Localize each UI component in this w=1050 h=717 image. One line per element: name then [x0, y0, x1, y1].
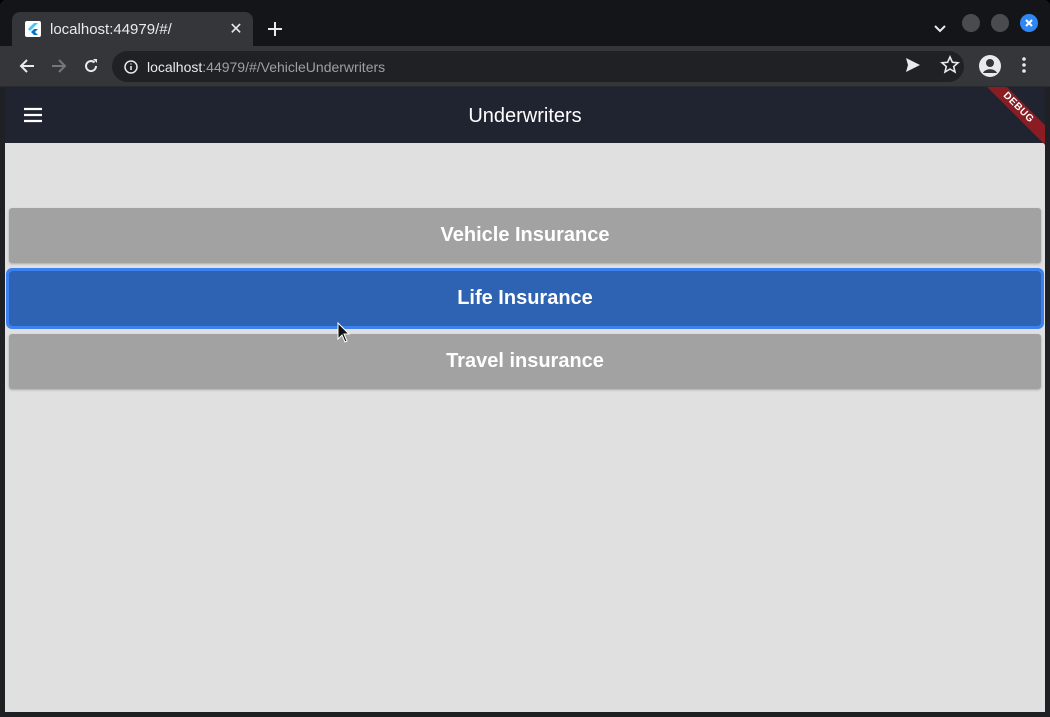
travel-insurance-button[interactable]: Travel insurance [9, 334, 1041, 389]
tab-search-chevron-icon[interactable] [928, 17, 952, 41]
profile-avatar-icon[interactable] [978, 54, 1002, 83]
close-icon [1025, 19, 1033, 27]
info-icon[interactable] [123, 59, 139, 75]
mouse-cursor-icon [337, 322, 351, 343]
forward-arrow-icon[interactable] [46, 53, 72, 79]
tab-strip: localhost:44979/#/ ✕ [0, 0, 1050, 46]
app-bar: Underwriters DEBUG [5, 87, 1045, 152]
tab-close-icon[interactable]: ✕ [223, 16, 249, 42]
url-host: localhost [147, 58, 203, 75]
page-title: Underwriters [468, 105, 582, 127]
window-bottom-edge [0, 712, 1050, 717]
browser-window: localhost:44979/#/ ✕ localhost:44979/#/V… [0, 0, 1050, 717]
reload-icon[interactable] [78, 53, 104, 79]
browser-tab[interactable]: localhost:44979/#/ ✕ [12, 12, 253, 46]
url-text: localhost:44979/#/VehicleUnderwriters [147, 59, 385, 75]
send-tab-icon[interactable] [905, 57, 921, 78]
more-menu-icon[interactable] [1014, 55, 1034, 80]
vehicle-insurance-button[interactable]: Vehicle Insurance [9, 208, 1041, 263]
address-bar[interactable]: localhost:44979/#/VehicleUnderwriters [112, 51, 964, 82]
maximize-button[interactable] [991, 14, 1009, 32]
new-tab-icon[interactable] [262, 16, 288, 42]
bookmark-star-icon[interactable] [940, 55, 960, 80]
flutter-app: Underwriters DEBUG Vehicle Insurance Lif… [5, 87, 1045, 712]
close-window-button[interactable] [1020, 14, 1038, 32]
flutter-icon [25, 21, 41, 37]
life-insurance-button[interactable]: Life Insurance [6, 268, 1044, 329]
back-arrow-icon[interactable] [14, 53, 40, 79]
tab-title: localhost:44979/#/ [50, 20, 172, 38]
insurance-list: Vehicle Insurance Life Insurance Travel … [6, 208, 1044, 397]
minimize-button[interactable] [962, 14, 980, 32]
browser-toolbar: localhost:44979/#/VehicleUnderwriters [0, 46, 1050, 87]
url-path: :44979/#/VehicleUnderwriters [202, 58, 386, 75]
